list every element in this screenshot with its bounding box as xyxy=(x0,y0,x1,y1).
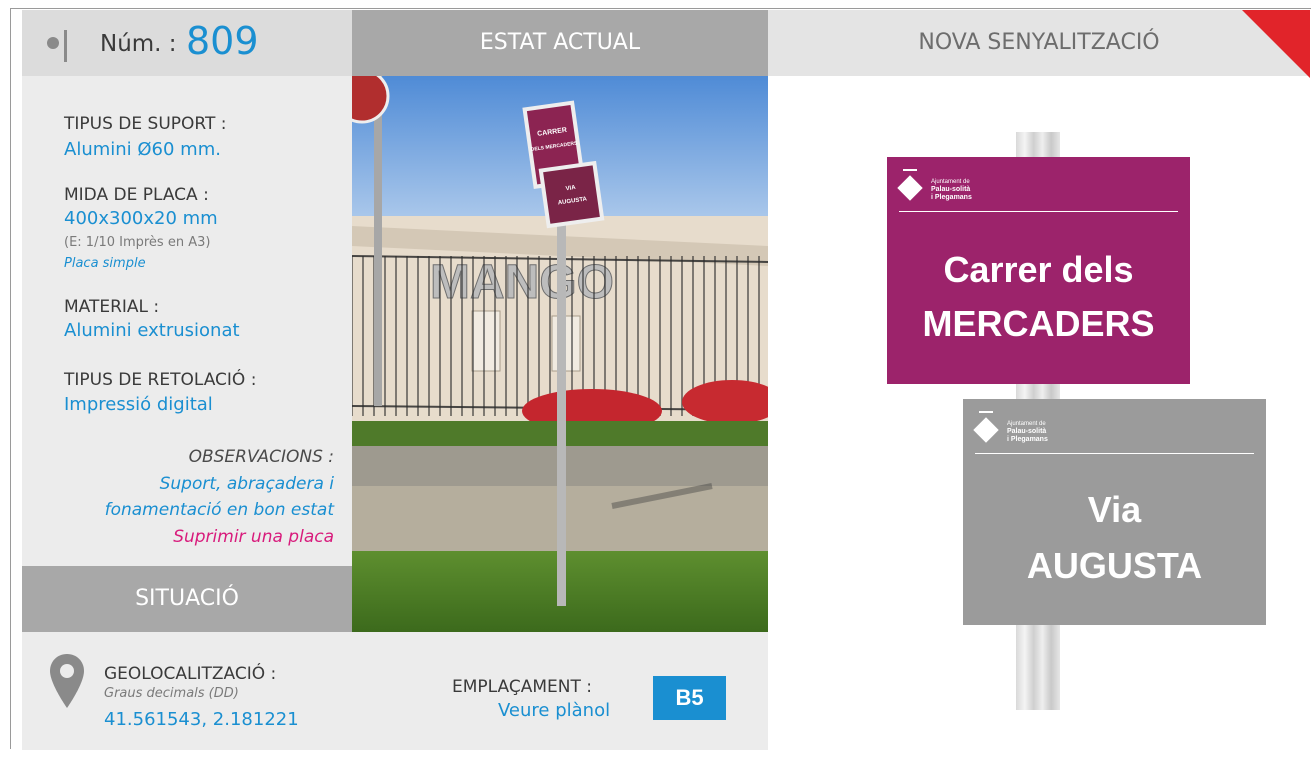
current-state-photo: MANGO CARRER DELS MERCADERS VIA AUGUSTA xyxy=(352,76,768,632)
lettering-value: Impressió digital xyxy=(64,394,213,415)
geolocation-value: 41.561543, 2.181221 xyxy=(104,709,299,730)
sign-2-line-1: Via xyxy=(1087,489,1142,530)
council-logo-text: Ajuntament de Palau-solità i Plegamans xyxy=(931,179,972,201)
plate-size-label: MIDA DE PLACA : xyxy=(64,185,209,205)
sign-2-line-2: AUGUSTA xyxy=(1026,545,1203,586)
crown-icon xyxy=(903,169,917,175)
plate-scale-note: (E: 1/10 Imprès en A3) xyxy=(64,235,211,250)
support-value: Alumini Ø60 mm. xyxy=(64,139,221,160)
sign-carrer-mercaders: Ajuntament de Palau-solità i Plegamans C… xyxy=(887,157,1190,384)
building-sign-text: MANGO xyxy=(430,256,614,309)
crest-icon xyxy=(897,175,923,201)
sign-1-line-1: Carrer dels xyxy=(943,249,1134,290)
geolocation-label: GEOLOCALITZACIÓ : xyxy=(104,664,277,684)
record-dot-icon xyxy=(47,37,59,49)
location-code-badge: B5 xyxy=(653,676,726,720)
plate-type: Placa simple xyxy=(64,256,146,271)
current-state-title: ESTAT ACTUAL xyxy=(479,30,641,55)
geolocation-format: Graus decimals (DD) xyxy=(104,686,239,701)
map-pin-icon xyxy=(50,654,84,708)
location-plan-link[interactable]: Veure plànol xyxy=(498,700,610,721)
support-label: TIPUS DE SUPORT : xyxy=(64,114,227,134)
sign-divider xyxy=(975,453,1254,454)
crest-icon xyxy=(973,417,999,443)
record-bar-icon xyxy=(64,30,67,62)
material-value: Alumini extrusionat xyxy=(64,320,240,341)
situation-title: SITUACIÓ xyxy=(22,566,352,632)
lettering-label: TIPUS DE RETOLACIÓ : xyxy=(64,370,257,390)
observations-line-2: fonamentació en bon estat xyxy=(104,500,334,520)
plate-size-value: 400x300x20 mm xyxy=(64,208,218,229)
observations-action: Suprimir una placa xyxy=(173,527,334,547)
new-signage-title: NOVA SENYALITZACIÓ xyxy=(918,30,1160,55)
crown-icon xyxy=(979,411,993,417)
council-logo-text: Ajuntament de Palau-solità i Plegamans xyxy=(1007,421,1048,443)
number-label: Núm. : xyxy=(100,31,177,57)
sign-1-line-2: MERCADERS xyxy=(922,303,1155,344)
sign-divider xyxy=(899,211,1178,212)
sign-via-augusta: Ajuntament de Palau-solità i Plegamans V… xyxy=(963,399,1266,625)
number-value: 809 xyxy=(186,19,259,63)
material-label: MATERIAL : xyxy=(64,297,160,317)
observations-line-1: Suport, abraçadera i xyxy=(159,474,334,494)
observations-label: OBSERVACIONS : xyxy=(188,447,334,467)
location-label: EMPLAÇAMENT : xyxy=(452,677,592,697)
